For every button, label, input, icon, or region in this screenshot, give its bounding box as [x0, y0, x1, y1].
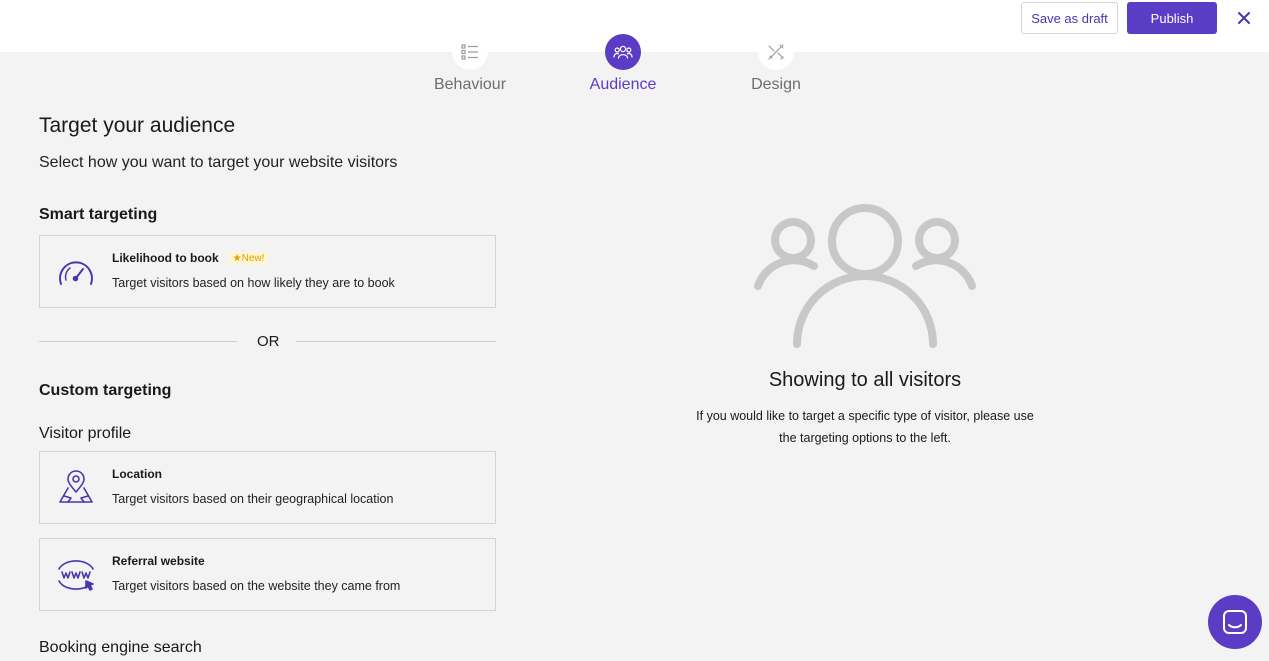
- card-description: Target visitors based on their geographi…: [112, 492, 394, 506]
- page-subtitle: Select how you want to target your websi…: [39, 154, 398, 171]
- design-tools-icon: [758, 34, 794, 70]
- card-title: Likelihood to book ★ New!: [112, 251, 269, 265]
- location-card[interactable]: Location Target visitors based on their …: [39, 451, 496, 524]
- chat-icon: [1223, 610, 1247, 634]
- referral-website-card[interactable]: Referral website Target visitors based o…: [39, 538, 496, 611]
- empty-state-title: Showing to all visitors: [768, 369, 962, 391]
- close-icon[interactable]: [1233, 7, 1255, 29]
- divider-line: [39, 341, 237, 342]
- save-as-draft-button[interactable]: Save as draft: [1021, 2, 1118, 34]
- publish-button[interactable]: Publish: [1127, 2, 1217, 34]
- likelihood-to-book-card[interactable]: Likelihood to book ★ New! Target visitors …: [39, 235, 496, 308]
- star-icon: ★: [232, 253, 242, 264]
- card-description: Target visitors based on the website the…: [112, 579, 401, 593]
- www-cursor-icon: [56, 557, 96, 593]
- booking-engine-search-heading: Booking engine search: [39, 639, 202, 656]
- wizard-steps: Behaviour Audience Design: [0, 34, 1269, 104]
- gauge-icon: [56, 254, 96, 290]
- or-label: OR: [257, 333, 280, 350]
- new-badge-label: New!: [241, 253, 265, 264]
- visitor-profile-heading: Visitor profile: [39, 425, 132, 442]
- divider-line: [296, 341, 496, 342]
- card-description: Target visitors based on how likely they…: [112, 276, 395, 290]
- checklist-icon: [452, 34, 488, 70]
- step-audience[interactable]: Audience: [563, 34, 683, 94]
- step-behaviour[interactable]: Behaviour: [410, 34, 530, 94]
- step-design[interactable]: Design: [716, 34, 836, 94]
- card-title: Referral website: [112, 554, 205, 568]
- step-label: Behaviour: [433, 76, 507, 93]
- empty-state: [660, 196, 1070, 361]
- new-badge: ★ New!: [228, 252, 269, 265]
- custom-targeting-heading: Custom targeting: [39, 382, 172, 399]
- all-visitors-illustration-icon: [754, 204, 976, 348]
- step-label: Design: [751, 76, 801, 93]
- step-label: Audience: [589, 76, 657, 93]
- chat-launcher-button[interactable]: [1208, 595, 1262, 649]
- page-title: Target your audience: [39, 114, 236, 137]
- empty-state-text: If you would like to target a specific t…: [696, 409, 1034, 445]
- likelihood-title: Likelihood to book: [112, 251, 219, 265]
- location-pin-icon: [56, 470, 96, 506]
- users-icon: [605, 34, 641, 70]
- smart-targeting-heading: Smart targeting: [39, 206, 158, 223]
- or-divider: OR: [39, 332, 496, 352]
- card-title: Location: [112, 467, 162, 481]
